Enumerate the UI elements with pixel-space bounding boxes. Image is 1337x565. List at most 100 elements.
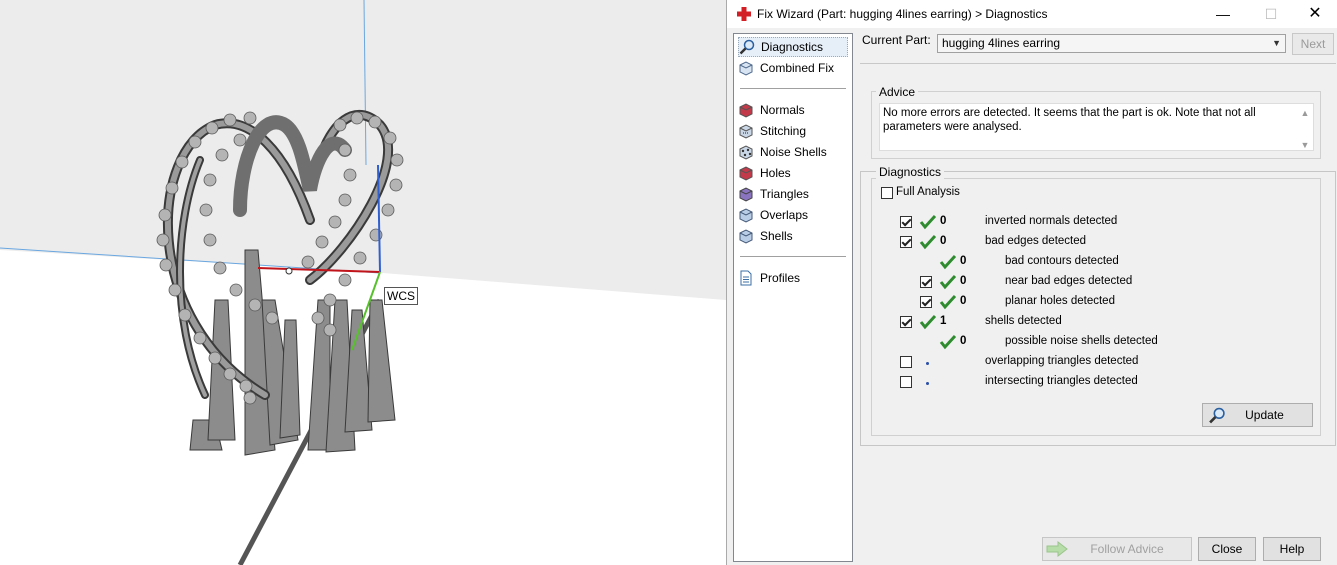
green-check-icon [939, 294, 957, 310]
noise-shells-icon [739, 145, 753, 160]
follow-advice-button[interactable]: Follow Advice [1042, 537, 1192, 561]
follow-advice-label: Follow Advice [1090, 542, 1164, 556]
green-check-icon [939, 274, 957, 290]
help-button[interactable]: Help [1263, 537, 1321, 561]
diag-label: bad edges detected [985, 235, 1087, 247]
near-bad-edges-checkbox[interactable] [920, 276, 932, 288]
bad-edges-checkbox[interactable] [900, 236, 912, 248]
normals-cube-icon [739, 103, 753, 118]
current-part-select[interactable]: hugging 4lines earring ▼ [937, 34, 1286, 53]
diag-count: 0 [960, 295, 967, 307]
magnifier-icon [1209, 407, 1225, 424]
inverted-normals-checkbox[interactable] [900, 216, 912, 228]
vertical-guide-line [363, 0, 367, 166]
next-button[interactable]: Next [1292, 33, 1334, 55]
nav-label: Shells [760, 229, 793, 243]
nav-label: Noise Shells [760, 145, 827, 159]
nav-item-shells[interactable]: Shells [738, 226, 848, 246]
red-cross-icon [737, 7, 751, 21]
green-check-icon [939, 254, 957, 270]
fix-wizard-nav: Diagnostics Combined Fix Normals Stitchi… [733, 33, 853, 562]
nav-item-noise-shells[interactable]: Noise Shells [738, 142, 848, 162]
shells-cube-icon [739, 229, 753, 244]
diag-count: 0 [940, 235, 947, 247]
nav-item-stitching[interactable]: Stitching [738, 121, 848, 141]
pending-dot-icon [926, 362, 929, 365]
advice-line-2: parameters were analysed. [883, 121, 1022, 133]
advice-line-1: No more errors are detected. It seems th… [883, 107, 1256, 119]
full-analysis-label: Full Analysis [896, 186, 960, 198]
scroll-up-icon: ▲ [1300, 108, 1310, 118]
title-bar[interactable]: Fix Wizard (Part: hugging 4lines earring… [727, 0, 1337, 28]
chevron-down-icon: ▼ [1272, 38, 1281, 48]
diag-label: inverted normals detected [985, 215, 1118, 227]
maximize-button[interactable]: ☐ [1248, 0, 1294, 28]
cursor-marker [285, 267, 293, 275]
diag-count: 0 [960, 335, 967, 347]
nav-divider [740, 88, 846, 89]
overlaps-cube-icon [739, 208, 753, 223]
current-part-label: Current Part: [862, 33, 931, 47]
close-button[interactable]: Close [1198, 537, 1256, 561]
current-part-value: hugging 4lines earring [942, 36, 1061, 50]
diag-label: possible noise shells detected [1005, 335, 1158, 347]
model-view[interactable] [0, 0, 726, 565]
nav-item-combined-fix[interactable]: Combined Fix [738, 58, 848, 78]
nav-label: Diagnostics [761, 40, 824, 54]
diag-count: 1 [940, 315, 947, 327]
window-title: Fix Wizard (Part: hugging 4lines earring… [757, 7, 1048, 21]
diag-count: 0 [960, 255, 967, 267]
planar-holes-checkbox[interactable] [920, 296, 932, 308]
nav-item-holes[interactable]: Holes [738, 163, 848, 183]
nav-item-overlaps[interactable]: Overlaps [738, 205, 848, 225]
wcs-label: WCS [384, 287, 418, 305]
diag-label: shells detected [985, 315, 1062, 327]
green-check-icon [919, 214, 937, 230]
nav-divider [740, 256, 846, 257]
nav-item-triangles[interactable]: Triangles [738, 184, 848, 204]
green-check-icon [939, 334, 957, 350]
3d-viewport[interactable]: WCS [0, 0, 726, 565]
update-button[interactable]: Update [1202, 403, 1313, 427]
advice-scrollbar[interactable]: ▲ ▼ [1297, 104, 1313, 150]
diag-label: overlapping triangles detected [985, 355, 1139, 367]
close-window-button[interactable]: ✕ [1292, 0, 1337, 28]
arrow-right-icon [1046, 541, 1068, 557]
diagnostics-title: Diagnostics [876, 165, 945, 179]
diag-label: near bad edges detected [1005, 275, 1133, 287]
diag-label: planar holes detected [1005, 295, 1115, 307]
triangles-cube-icon [739, 187, 753, 202]
nav-label: Profiles [760, 271, 801, 285]
nav-label: Overlaps [760, 208, 809, 222]
nav-label: Holes [760, 166, 791, 180]
combined-fix-cube-icon [739, 61, 753, 76]
diag-count: 0 [960, 275, 967, 287]
header-divider [860, 63, 1336, 64]
diag-label: bad contours detected [1005, 255, 1119, 267]
nav-item-diagnostics[interactable]: Diagnostics [738, 37, 848, 57]
full-analysis-checkbox[interactable] [881, 187, 893, 199]
nav-label: Stitching [760, 124, 807, 138]
diag-label: intersecting triangles detected [985, 375, 1138, 387]
pending-dot-icon [926, 382, 929, 385]
scroll-down-icon: ▼ [1300, 140, 1310, 150]
magnifier-icon [739, 39, 755, 55]
green-check-icon [919, 314, 937, 330]
document-icon [740, 270, 752, 286]
nav-item-profiles[interactable]: Profiles [738, 268, 848, 288]
shells-checkbox[interactable] [900, 316, 912, 328]
overlapping-triangles-checkbox[interactable] [900, 356, 912, 368]
nav-label: Combined Fix [760, 61, 835, 75]
nav-label: Normals [760, 103, 805, 117]
green-check-icon [919, 234, 937, 250]
intersecting-triangles-checkbox[interactable] [900, 376, 912, 388]
stitching-cube-icon [739, 124, 753, 139]
nav-label: Triangles [760, 187, 809, 201]
minimize-button[interactable]: — [1200, 0, 1246, 28]
update-label: Update [1245, 408, 1284, 422]
diag-count: 0 [940, 215, 947, 227]
advice-text-box[interactable]: No more errors are detected. It seems th… [879, 103, 1314, 151]
advice-title: Advice [876, 85, 919, 99]
nav-item-normals[interactable]: Normals [738, 100, 848, 120]
holes-cube-icon [739, 166, 753, 181]
